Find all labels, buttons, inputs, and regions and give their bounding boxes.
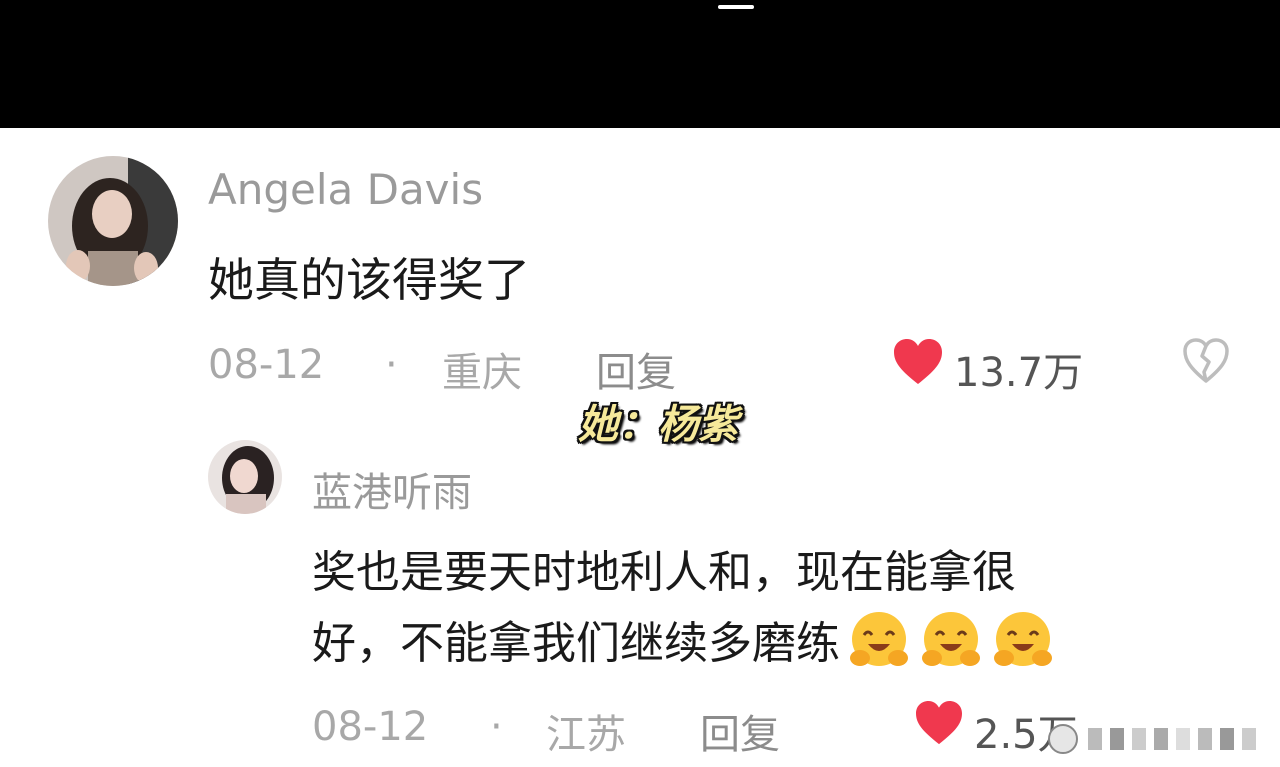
comment-location: 重庆 — [442, 350, 522, 396]
reply-text: 奖也是要天时地利人和，现在能拿很 好，不能拿我们继续多磨练 — [312, 538, 1212, 679]
hug-emoji-icon — [918, 608, 984, 674]
avatar[interactable] — [208, 440, 282, 514]
meta-separator: · — [385, 342, 398, 388]
reply-username[interactable]: 蓝港听雨 — [312, 460, 472, 518]
reply-date: 08-12 — [312, 704, 429, 750]
video-top-bar — [0, 0, 1280, 128]
reply-text-line: 奖也是要天时地利人和，现在能拿很 — [312, 547, 1016, 598]
meta-separator: · — [490, 704, 503, 750]
comment-username[interactable]: Angela Davis — [208, 165, 483, 214]
reply-location: 江苏 — [546, 712, 626, 758]
reply-button[interactable]: 回复 — [596, 340, 676, 398]
comment-date: 08-12 — [208, 342, 325, 388]
avatar[interactable] — [48, 156, 178, 286]
video-caption-overlay: 她：杨紫 — [578, 402, 738, 448]
reply-button[interactable]: 回复 — [700, 702, 780, 760]
like-count: 13.7万 — [954, 350, 1084, 396]
reply-text-segment: 好，不能拿我们继续多磨练 — [312, 618, 840, 669]
hug-emoji-icon — [846, 608, 912, 674]
comment-text: 她真的该得奖了 — [208, 253, 530, 307]
status-indicator — [718, 5, 754, 9]
hug-emoji-icon — [990, 608, 1056, 674]
heart-icon[interactable] — [892, 338, 944, 386]
heart-icon[interactable] — [914, 700, 964, 746]
reply-text-line: 好，不能拿我们继续多磨练 — [312, 608, 1212, 679]
broken-heart-icon[interactable] — [1182, 338, 1230, 384]
platform-watermark — [1040, 716, 1278, 762]
